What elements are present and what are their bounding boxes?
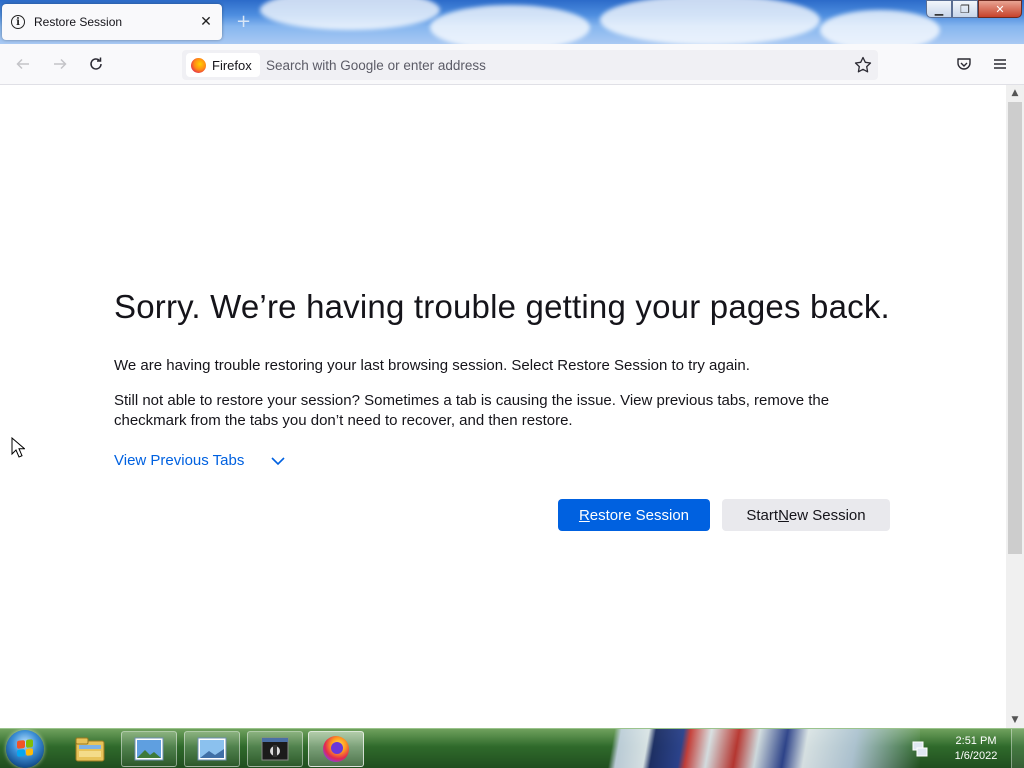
tab-restore-session[interactable]: i Restore Session ✕ <box>2 4 222 40</box>
back-icon <box>16 58 29 70</box>
forward-button[interactable] <box>48 52 72 76</box>
start-button[interactable] <box>6 730 44 768</box>
page-title: Sorry. We’re having trouble getting your… <box>114 288 890 325</box>
background-cloud <box>600 0 820 44</box>
show-desktop-button[interactable] <box>1011 729 1024 768</box>
new-tab-button[interactable]: + <box>236 11 251 32</box>
chevron-down-icon <box>271 456 285 465</box>
menu-icon <box>994 59 1006 69</box>
taskbar-image-viewer[interactable] <box>121 731 177 767</box>
restore-button-text-rest: estore Session <box>589 506 690 524</box>
back-button[interactable] <box>11 52 35 76</box>
close-window-button[interactable]: ✕ <box>978 0 1022 18</box>
help-paragraph: Still not able to restore your session? … <box>114 392 830 429</box>
page-content: Sorry. We’re having trouble getting your… <box>0 85 1006 728</box>
scroll-down-arrow-icon[interactable]: ▼ <box>1006 712 1024 728</box>
reload-icon <box>90 57 102 70</box>
forward-icon <box>54 58 67 70</box>
mouse-cursor-icon <box>11 437 25 458</box>
restore-session-button[interactable]: Restore Session <box>558 499 710 531</box>
system-tray: 2:51 PM 1/6/2022 <box>911 729 1024 768</box>
background-cloud <box>820 10 940 44</box>
address-bar[interactable]: Firefox Search with Google or enter addr… <box>182 50 878 80</box>
pocket-button[interactable] <box>952 52 976 76</box>
navigation-toolbar: Firefox Search with Google or enter addr… <box>0 44 1024 85</box>
close-tab-icon[interactable]: ✕ <box>198 14 214 30</box>
image-viewer-icon <box>134 737 164 761</box>
taskbar-app[interactable] <box>247 731 303 767</box>
scrollbar-thumb[interactable] <box>1008 102 1022 554</box>
restore-window-button[interactable]: ❐ <box>952 0 978 18</box>
clock-date: 1/6/2022 <box>954 750 998 762</box>
vertical-scrollbar[interactable]: ▲ ▼ <box>1006 85 1024 728</box>
app-icon <box>261 737 289 761</box>
url-input[interactable]: Search with Google or enter address <box>266 50 486 80</box>
clock-time: 2:51 PM <box>955 735 997 747</box>
pocket-icon <box>957 58 971 70</box>
view-previous-tabs-toggle[interactable]: View Previous Tabs <box>114 452 286 469</box>
identity-label: Firefox <box>212 57 252 73</box>
taskbar-explorer[interactable] <box>62 731 118 767</box>
taskbar-picture[interactable] <box>184 731 240 767</box>
wallpaper-art <box>580 729 920 768</box>
start-new-session-button[interactable]: Start New Session <box>722 499 890 531</box>
info-icon: i <box>11 15 25 29</box>
picture-icon <box>197 737 227 761</box>
view-previous-tabs-label: View Previous Tabs <box>114 452 245 469</box>
network-icon[interactable] <box>911 740 929 758</box>
firefox-icon <box>323 736 349 762</box>
taskbar: 2:51 PM 1/6/2022 <box>0 728 1024 768</box>
minimize-button[interactable]: ▁ <box>926 0 952 18</box>
tab-title: Restore Session <box>34 15 123 29</box>
new-session-button-text: Start <box>746 506 779 524</box>
description-paragraph: We are having trouble restoring your las… <box>114 357 750 374</box>
background-cloud <box>260 0 440 30</box>
restore-button-accesskey: R <box>578 506 590 524</box>
background-cloud <box>430 5 590 44</box>
windows-logo-icon <box>17 739 33 757</box>
new-session-button-accesskey: N <box>778 506 789 524</box>
new-session-button-text-rest: ew Session <box>788 506 866 524</box>
taskbar-firefox[interactable] <box>308 731 364 767</box>
scroll-up-arrow-icon[interactable]: ▲ <box>1006 85 1024 101</box>
bookmark-star-icon[interactable] <box>853 55 873 75</box>
window-controls: ▁ ❐ ✕ <box>926 0 1022 18</box>
windows-explorer-icon <box>75 737 105 762</box>
app-menu-button[interactable] <box>988 52 1012 76</box>
clock[interactable]: 2:51 PM 1/6/2022 <box>941 734 1011 764</box>
firefox-icon <box>191 57 206 73</box>
reload-button[interactable] <box>84 52 108 76</box>
tab-strip: i Restore Session ✕ + ▁ ❐ ✕ <box>0 0 1024 44</box>
identity-box[interactable]: Firefox <box>186 53 260 77</box>
